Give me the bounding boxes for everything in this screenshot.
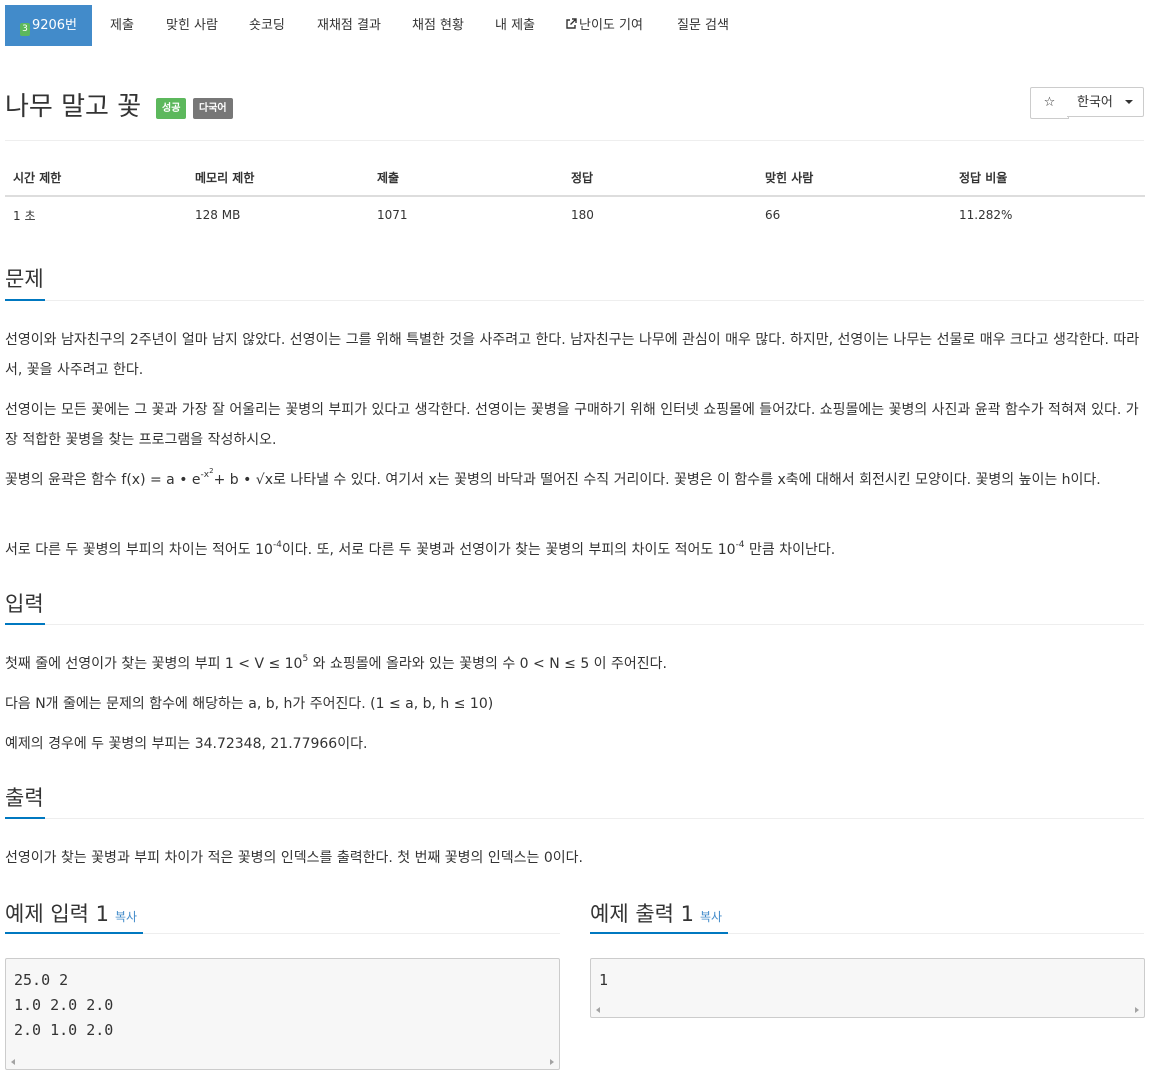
input-section-title: 입력 <box>5 592 44 616</box>
language-label: 한국어 <box>1077 95 1113 110</box>
example-input-line: 25.0 2 <box>14 971 69 989</box>
exponent: -x2 <box>200 467 214 480</box>
copy-output-button[interactable]: 복사 <box>700 910 722 924</box>
nav-submit[interactable]: 제출 <box>110 5 134 46</box>
submissions-value: 1071 <box>377 208 408 222</box>
top-nav: 3 9206번 제출 맞힌 사람 숏코딩 재채점 결과 채점 현황 내 제출 난이… <box>5 5 1149 46</box>
example-output-title: 예제 출력 1 복사 <box>590 902 723 926</box>
section-divider <box>5 624 1144 625</box>
example-input-line: 2.0 1.0 2.0 <box>14 1021 114 1039</box>
nav-difficulty[interactable]: 난이도 기여 <box>565 5 643 46</box>
nav-questions[interactable]: 질문 검색 <box>677 5 729 46</box>
language-dropdown[interactable]: 한국어 <box>1067 87 1144 117</box>
input-paragraph-2: 다음 N개 줄에는 문제의 함수에 해당하는 a, b, h가 주어진다. (1… <box>5 696 494 712</box>
output-section-title: 출력 <box>5 786 44 810</box>
section-underline <box>5 932 143 934</box>
header-submissions: 제출 <box>369 159 563 197</box>
scroll-right-icon <box>550 1059 554 1065</box>
nav-shortcoding[interactable]: 숏코딩 <box>249 5 285 46</box>
nav-solvers[interactable]: 맞힌 사람 <box>166 5 218 46</box>
example-input-box[interactable]: 25.0 2 1.0 2.0 2.0 2.0 1.0 2.0 <box>5 958 560 1070</box>
scroll-left-icon <box>596 1007 600 1013</box>
copy-input-button[interactable]: 복사 <box>115 910 137 924</box>
header-ratio: 정답 비율 <box>951 159 1145 197</box>
status-badge: 성공 <box>156 98 187 119</box>
example-input-line: 1.0 2.0 2.0 <box>14 996 114 1014</box>
star-icon: ☆ <box>1043 95 1056 110</box>
external-link-icon <box>565 6 577 47</box>
page-title: 나무 말고 꽃 <box>5 92 142 122</box>
multilang-badge: 다국어 <box>193 98 233 119</box>
nav-problem-number[interactable]: 3 9206번 <box>5 5 92 46</box>
nav-my-submissions[interactable]: 내 제출 <box>495 5 535 46</box>
section-underline <box>590 932 728 934</box>
nav-rejudge[interactable]: 재채점 결과 <box>317 5 381 46</box>
table-row: 1 초 128 MB 1071 180 66 11.282% <box>5 196 1145 233</box>
section-underline <box>5 623 45 625</box>
problem-info-table: 시간 제한 메모리 제한 제출 정답 맞힌 사람 정답 비율 1 초 128 M… <box>5 159 1145 233</box>
tier-icon: 3 <box>19 23 30 36</box>
star-button[interactable]: ☆ <box>1030 87 1069 119</box>
nav-status[interactable]: 채점 현황 <box>412 5 464 46</box>
section-divider <box>5 818 1144 819</box>
header-solvers: 맞힌 사람 <box>757 159 951 197</box>
problem-paragraph-1: 선영이와 남자친구의 2주년이 얼마 남지 않았다. 선영이는 그를 위해 특별… <box>5 332 1140 378</box>
output-paragraph-1: 선영이가 찾는 꽃병과 부피 차이가 적은 꽃병의 인덱스를 출력한다. 첫 번… <box>5 850 583 866</box>
horizontal-scrollbar[interactable] <box>592 1004 1143 1016</box>
solvers-value: 66 <box>765 208 781 222</box>
problem-paragraph-4: 서로 다른 두 꽃병의 부피의 차이는 적어도 10-4이다. 또, 서로 다른… <box>5 540 836 559</box>
problem-paragraph-2: 선영이는 모든 꽃에는 그 꽃과 가장 잘 어울리는 꽃병의 부피가 있다고 생… <box>5 402 1139 448</box>
scroll-right-icon <box>1135 1007 1139 1013</box>
section-underline <box>5 817 45 819</box>
chevron-down-icon <box>1124 100 1133 104</box>
divider <box>5 140 1144 141</box>
problem-paragraph-3: 꽃병의 윤곽은 함수 f(x) = a • e-x2+ b • √x로 나타낼 … <box>5 467 1101 489</box>
section-underline <box>5 299 45 301</box>
horizontal-scrollbar[interactable] <box>7 1056 558 1068</box>
memory-limit-value: 128 MB <box>195 208 241 222</box>
accepted-value: 180 <box>571 208 594 222</box>
problem-section-title: 문제 <box>5 267 44 291</box>
section-divider <box>5 300 1144 301</box>
header-time-limit: 시간 제한 <box>5 159 187 197</box>
example-output-box[interactable]: 1 <box>590 958 1145 1018</box>
example-output-line: 1 <box>599 971 609 989</box>
header-accepted: 정답 <box>563 159 757 197</box>
example-input-title: 예제 입력 1 복사 <box>5 902 138 926</box>
header-memory-limit: 메모리 제한 <box>187 159 369 197</box>
time-limit-value: 1 초 <box>13 208 36 223</box>
table-header-row: 시간 제한 메모리 제한 제출 정답 맞힌 사람 정답 비율 <box>5 159 1145 197</box>
input-paragraph-3: 예제의 경우에 두 꽃병의 부피는 34.72348, 21.77966이다. <box>5 736 368 752</box>
ratio-value: 11.282% <box>959 208 1013 222</box>
input-paragraph-1: 첫째 줄에 선영이가 찾는 꽃병의 부피 1 < V ≤ 105 와 쇼핑몰에 … <box>5 654 667 673</box>
scroll-left-icon <box>11 1059 15 1065</box>
